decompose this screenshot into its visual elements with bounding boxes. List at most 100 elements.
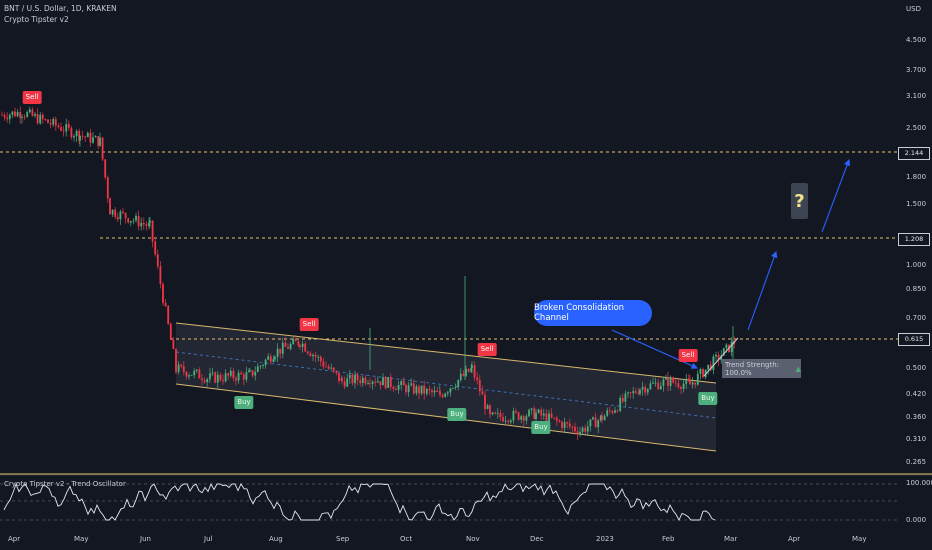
candle-body <box>672 377 675 383</box>
candle-body <box>425 388 428 394</box>
question-mark-box[interactable]: ? <box>791 183 808 219</box>
candle-body <box>517 412 520 420</box>
candle-body <box>682 383 685 389</box>
candle-body <box>301 343 304 347</box>
candle-body <box>132 220 135 222</box>
candle-body <box>449 388 452 393</box>
candle-body <box>245 372 248 380</box>
candle-body <box>306 351 309 354</box>
candle-body <box>486 405 489 409</box>
candle-body <box>86 132 89 138</box>
candle-body <box>616 410 619 412</box>
candle-body <box>584 427 587 432</box>
y-tick-label: 1.800 <box>906 172 927 181</box>
candle-body <box>111 209 114 215</box>
candle-body <box>641 387 644 390</box>
candle-body <box>81 135 84 137</box>
candle-body <box>489 405 491 415</box>
candle-body <box>314 354 317 357</box>
x-tick-label: 2023 <box>596 535 614 543</box>
candle-body <box>665 377 667 380</box>
x-tick-label: Feb <box>662 535 675 543</box>
candle-body <box>89 132 92 143</box>
candle-body <box>574 426 576 432</box>
candle-body <box>219 374 222 380</box>
candle-body <box>359 380 362 384</box>
candle-body <box>106 177 109 199</box>
candle-body <box>528 409 530 417</box>
candle-body <box>669 377 672 386</box>
candle-body <box>119 211 122 220</box>
broken-channel-callout[interactable]: Broken Consolidation Channel <box>534 300 652 326</box>
candle-body <box>418 386 420 394</box>
candle-body <box>454 386 457 389</box>
sell-signal-label: Sell <box>678 349 698 362</box>
candle-body <box>384 377 387 389</box>
candle-body <box>224 373 227 382</box>
candle-body <box>264 359 267 366</box>
candle-body <box>478 379 481 392</box>
candle-body <box>167 306 170 324</box>
candle-body <box>471 365 473 368</box>
x-tick-label: Apr <box>788 535 801 543</box>
candle-body <box>297 341 300 346</box>
candle-body <box>8 114 11 120</box>
candle-body <box>637 392 640 394</box>
projection-arrow <box>747 250 778 331</box>
candle-body <box>289 343 292 349</box>
oscillator-title[interactable]: Crypto Tipster v2 - Trend Oscillator <box>4 480 126 488</box>
indicator-title[interactable]: Crypto Tipster v2 <box>4 14 117 25</box>
candle-body <box>592 417 594 420</box>
y-tick-label: 3.700 <box>906 65 927 74</box>
candle-body <box>209 373 211 379</box>
candle-body <box>292 339 295 344</box>
candle-body <box>203 380 206 383</box>
candle-body <box>65 124 68 132</box>
candle-body <box>67 124 70 128</box>
candle-body <box>198 369 201 379</box>
candle-body <box>553 417 556 419</box>
candle-body <box>561 421 563 429</box>
candle-body <box>60 127 62 131</box>
candle-body <box>6 117 9 120</box>
sell-signal-flag: Sell <box>299 318 319 331</box>
x-tick-label: Oct <box>400 535 413 543</box>
candle-body <box>256 366 259 372</box>
candle-body <box>634 391 637 393</box>
buy-signal-label: Buy <box>531 421 551 434</box>
candle-body <box>644 387 647 393</box>
candle-body <box>462 373 465 376</box>
candle-body <box>304 343 307 352</box>
candle-body <box>34 114 36 116</box>
candle-body <box>254 371 257 376</box>
candle-body <box>26 112 29 117</box>
candle-body <box>725 344 728 349</box>
candle-body <box>188 375 190 377</box>
candle-body <box>201 378 203 381</box>
candle-body <box>309 353 312 357</box>
candle-body <box>601 415 603 421</box>
chart-header: BNT / U.S. Dollar, 1D, KRAKEN Crypto Tip… <box>4 3 117 25</box>
candle-body <box>325 366 327 368</box>
candle-body <box>122 211 124 213</box>
candle-body <box>327 366 330 369</box>
candle-body <box>494 412 497 414</box>
y-tick-label: 0.420 <box>906 389 927 398</box>
candle-body <box>44 119 47 120</box>
x-tick-label: Jul <box>204 535 213 543</box>
candle-body <box>687 378 690 381</box>
consolidation-channel <box>175 322 717 452</box>
candle-body <box>114 209 117 217</box>
buy-signal-label: Buy <box>698 392 718 405</box>
candle-body <box>407 385 410 393</box>
candle-body <box>699 369 702 374</box>
price-chart[interactable] <box>0 0 932 550</box>
candle-body <box>16 112 19 117</box>
candle-body <box>99 137 101 146</box>
candle-body <box>586 426 589 432</box>
candle-body <box>240 372 243 375</box>
candle-body <box>520 416 523 420</box>
x-tick-label: Dec <box>530 535 544 543</box>
candle-body <box>677 383 680 388</box>
candle-body <box>571 426 574 428</box>
